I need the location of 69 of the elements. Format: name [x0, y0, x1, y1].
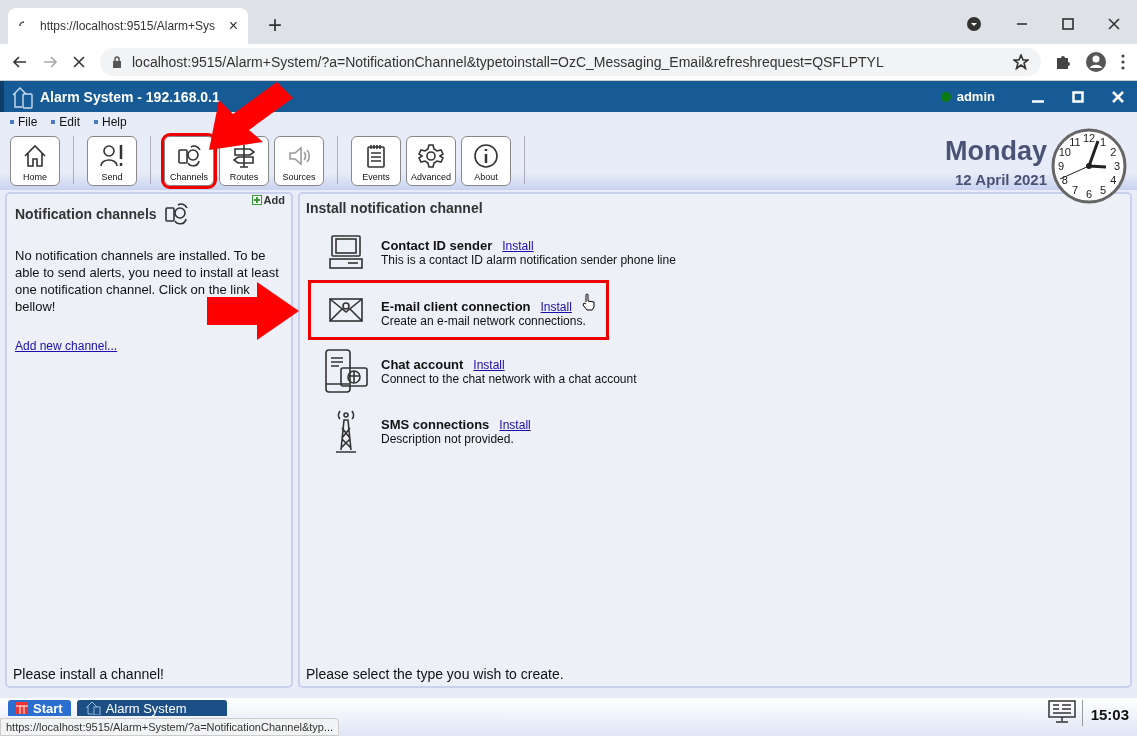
menu-item[interactable]: File: [10, 115, 38, 129]
maximize-icon: [1062, 18, 1074, 30]
more-menu-icon[interactable]: [1121, 54, 1125, 70]
close-icon: [1112, 90, 1124, 103]
panel-footer: Please select the type you wish to create.: [300, 662, 1130, 686]
weekday: Monday: [945, 136, 1047, 167]
tab-title: https://localhost:9515/Alarm+Sys: [40, 19, 217, 33]
back-arrow-icon: [12, 54, 28, 70]
address-bar[interactable]: localhost:9515/Alarm+System/?a=NotificationChannel&typetoinstall=OzC_Messaging_Email&refreshrequest=QSFLPTYL: [100, 48, 1041, 76]
channels-button[interactable]: Channels: [164, 136, 214, 186]
channel-name: Chat account: [381, 356, 464, 372]
channel-name: SMS connections: [381, 416, 490, 432]
panel-footer: Please install a channel!: [7, 662, 291, 686]
advanced-button[interactable]: Advanced: [406, 136, 456, 186]
puzzle-icon[interactable]: [1055, 54, 1071, 70]
person-alert-icon: [99, 143, 125, 169]
channel-description: Create an e-mail network connections.: [381, 313, 587, 328]
start-button[interactable]: Start: [8, 700, 71, 716]
hand-cursor-icon: [581, 292, 596, 311]
status-url-tooltip: https://localhost:9515/Alarm+System/?a=NotificationChannel&typ...: [0, 718, 340, 736]
channel-description: This is a contact ID alarm notification sender phone line: [381, 252, 676, 267]
stop-icon[interactable]: [72, 55, 86, 69]
install-link[interactable]: Install: [473, 357, 505, 372]
dropdown-icon[interactable]: [966, 16, 982, 32]
channel-name: E-mail client connection: [381, 298, 531, 314]
install-link[interactable]: Install: [499, 417, 531, 432]
user-name: admin: [956, 89, 995, 104]
lock-icon: [112, 56, 122, 68]
gear-icon: [418, 143, 444, 169]
phone-headset-icon: [176, 143, 202, 169]
add-channel-link[interactable]: Add new channel...: [15, 339, 118, 353]
date-text: 12 April 2021: [955, 171, 1047, 188]
forward-arrow-icon: [42, 54, 58, 70]
about-button[interactable]: About: [461, 136, 511, 186]
info-icon: [473, 143, 499, 169]
app-title: Alarm System - 192.168.0.1: [40, 88, 220, 105]
close-icon: [1108, 18, 1120, 30]
signpost-icon: [231, 143, 257, 169]
star-icon: [1013, 54, 1029, 70]
clock-time: 15:03: [1081, 700, 1129, 726]
minimize-icon: [1032, 99, 1044, 103]
new-tab-button[interactable]: +: [262, 10, 288, 40]
phone-headset-icon: [162, 201, 189, 227]
browser-tab[interactable]: https://localhost:9515/Alarm+Sys ×: [8, 8, 248, 44]
close-tab-button[interactable]: ×: [228, 17, 238, 35]
install-link[interactable]: Install: [502, 238, 534, 253]
install-link[interactable]: Install: [540, 299, 572, 314]
house-icon: [22, 143, 48, 169]
house-phone-icon: [84, 701, 101, 715]
computer-icon: [328, 234, 364, 270]
panel-title: Notification channels: [15, 206, 157, 222]
phone-chat-icon: [323, 348, 369, 394]
menu-item[interactable]: Help: [94, 115, 127, 129]
send-button[interactable]: Send: [87, 136, 137, 186]
events-button[interactable]: Events: [351, 136, 401, 186]
channel-description: Description not provided.: [381, 431, 515, 446]
envelope-icon: [328, 295, 364, 325]
maximize-icon: [1072, 90, 1084, 103]
home-button[interactable]: Home: [10, 136, 60, 186]
channel-name: Contact ID sender: [381, 237, 493, 253]
add-button[interactable]: Add: [251, 194, 285, 206]
menu-item[interactable]: Edit: [51, 115, 81, 129]
profile-icon[interactable]: [1085, 51, 1107, 73]
monitor-icon: [1047, 700, 1076, 724]
empty-message: No notification channels are installed. To be able to send alerts, you need to install at least one notification channel. Click on the link bellow!: [15, 247, 280, 315]
plus-icon: [251, 195, 262, 205]
taskbar-window-button[interactable]: Alarm System: [76, 700, 227, 716]
channel-description: Connect to the chat network with a chat account: [381, 371, 637, 386]
calendar-icon: [16, 702, 28, 714]
